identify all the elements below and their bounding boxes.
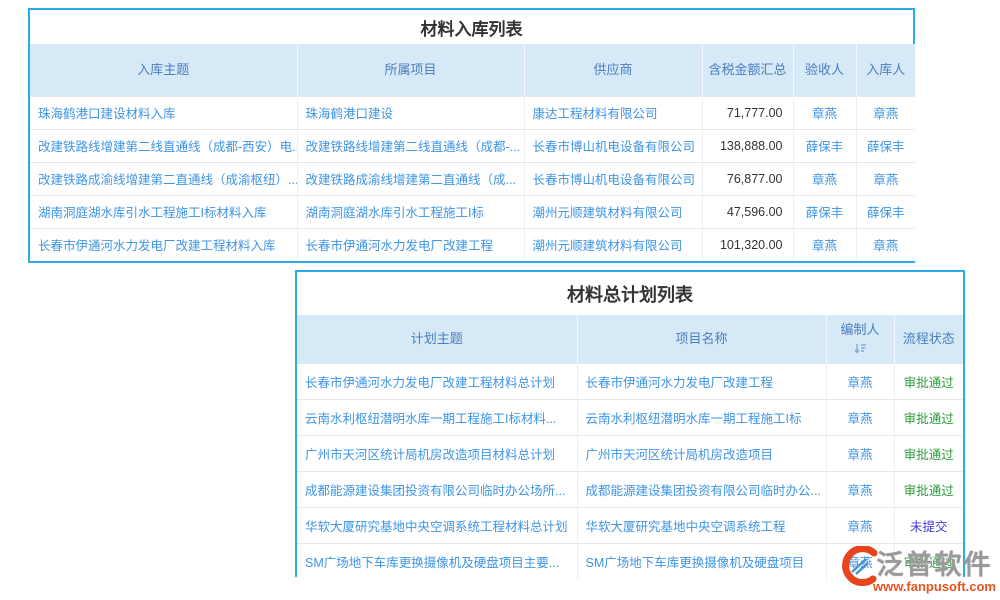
inbound-supplier-cell[interactable]: 潮州元顺建筑材料有限公司 [524, 228, 702, 261]
watermark-url: www.fanpusoft.com [873, 579, 996, 594]
plan-project-cell[interactable]: 成都能源建设集团投资有限公司临时办公... [577, 471, 826, 507]
inbound-warehouser-cell[interactable]: 薛保丰 [856, 195, 915, 228]
table-row: 华软大厦研究基地中央空调系统工程材料总计划 华软大厦研究基地中央空调系统工程 章… [297, 507, 963, 543]
column-header-project: 所属项目 [297, 44, 524, 96]
table-row: 改建铁路线增建第二线直通线（成都-西安）电... 改建铁路线增建第二线直通线（成… [30, 129, 915, 162]
column-header-project-name: 项目名称 [577, 315, 826, 363]
plan-status-cell: 审批通过 [894, 363, 963, 399]
watermark-text-block: 泛普软件 www.fanpusoft.com [873, 551, 996, 594]
inbound-amount-cell: 138,888.00 [702, 129, 793, 162]
watermark-brand: 泛普软件 [876, 551, 992, 579]
plan-status-cell: 未提交 [894, 507, 963, 543]
inbound-project-cell[interactable]: 湖南洞庭湖水库引水工程施工I标 [297, 195, 524, 228]
plan-status-cell: 审批通过 [894, 399, 963, 435]
inbound-supplier-cell[interactable]: 长春市博山机电设备有限公司 [524, 129, 702, 162]
plan-subject-cell[interactable]: 云南水利枢纽潜明水库一期工程施工I标材料... [297, 399, 577, 435]
inbound-amount-cell: 47,596.00 [702, 195, 793, 228]
column-header-amount: 含税金额汇总 [702, 44, 793, 96]
plan-header-row: 计划主题 项目名称 编制人 流程状态 [297, 315, 963, 363]
table-row: 湖南洞庭湖水库引水工程施工I标材料入库 湖南洞庭湖水库引水工程施工I标 潮州元顺… [30, 195, 915, 228]
column-header-status: 流程状态 [894, 315, 963, 363]
inbound-amount-cell: 101,320.00 [702, 228, 793, 261]
inbound-subject-cell[interactable]: 湖南洞庭湖水库引水工程施工I标材料入库 [30, 195, 297, 228]
inbound-project-cell[interactable]: 长春市伊通河水力发电厂改建工程 [297, 228, 524, 261]
plan-project-cell[interactable]: 云南水利枢纽潜明水库一期工程施工I标 [577, 399, 826, 435]
inbound-amount-cell: 76,877.00 [702, 162, 793, 195]
plan-project-cell[interactable]: 长春市伊通河水力发电厂改建工程 [577, 363, 826, 399]
plan-author-cell[interactable]: 章燕 [826, 399, 894, 435]
plan-project-cell[interactable]: 广州市天河区统计局机房改造项目 [577, 435, 826, 471]
inbound-subject-cell[interactable]: 改建铁路成渝线增建第二直通线（成渝枢纽）... [30, 162, 297, 195]
plan-subject-cell[interactable]: 成都能源建设集团投资有限公司临时办公场所... [297, 471, 577, 507]
plan-status-cell: 审批通过 [894, 471, 963, 507]
inbound-warehouser-cell[interactable]: 章燕 [856, 162, 915, 195]
plan-author-cell[interactable]: 章燕 [826, 471, 894, 507]
plan-project-cell[interactable]: SM广场地下车库更换摄像机及硬盘项目 [577, 543, 826, 579]
column-header-author-label: 编制人 [840, 322, 879, 337]
column-header-plan-subject: 计划主题 [297, 315, 577, 363]
plan-project-cell[interactable]: 华软大厦研究基地中央空调系统工程 [577, 507, 826, 543]
inbound-table-title: 材料入库列表 [30, 10, 913, 44]
inbound-amount-cell: 71,777.00 [702, 96, 793, 129]
inbound-warehouser-cell[interactable]: 章燕 [856, 96, 915, 129]
table-row: 云南水利枢纽潜明水库一期工程施工I标材料... 云南水利枢纽潜明水库一期工程施工… [297, 399, 963, 435]
inbound-supplier-cell[interactable]: 潮州元顺建筑材料有限公司 [524, 195, 702, 228]
table-row: 广州市天河区统计局机房改造项目材料总计划 广州市天河区统计局机房改造项目 章燕 … [297, 435, 963, 471]
table-row: 改建铁路成渝线增建第二直通线（成渝枢纽）... 改建铁路成渝线增建第二直通线（成… [30, 162, 915, 195]
material-plan-table: 材料总计划列表 计划主题 项目名称 编制人 流程状态 [295, 270, 965, 577]
table-row: 珠海鹤港口建设材料入库 珠海鹤港口建设 康达工程材料有限公司 71,777.00… [30, 96, 915, 129]
inbound-warehouser-cell[interactable]: 薛保丰 [856, 129, 915, 162]
material-inbound-table: 材料入库列表 入库主题 所属项目 供应商 含税金额汇总 验收人 入库人 珠海鹤港… [28, 8, 915, 263]
table-row: 长春市伊通河水力发电厂改建工程材料入库 长春市伊通河水力发电厂改建工程 潮州元顺… [30, 228, 915, 261]
inbound-acceptor-cell[interactable]: 薛保丰 [793, 129, 856, 162]
column-header-author: 编制人 [826, 315, 894, 363]
table-row: 长春市伊通河水力发电厂改建工程材料总计划 长春市伊通河水力发电厂改建工程 章燕 … [297, 363, 963, 399]
plan-table-title: 材料总计划列表 [297, 272, 963, 315]
plan-author-cell[interactable]: 章燕 [826, 363, 894, 399]
plan-table: 计划主题 项目名称 编制人 流程状态 长春市伊通河水力发电厂改建工程材料总 [297, 315, 963, 579]
plan-subject-cell[interactable]: 华软大厦研究基地中央空调系统工程材料总计划 [297, 507, 577, 543]
inbound-supplier-cell[interactable]: 长春市博山机电设备有限公司 [524, 162, 702, 195]
inbound-subject-cell[interactable]: 长春市伊通河水力发电厂改建工程材料入库 [30, 228, 297, 261]
plan-status-cell: 审批通过 [894, 435, 963, 471]
plan-subject-cell[interactable]: SM广场地下车库更换摄像机及硬盘项目主要... [297, 543, 577, 579]
column-header-supplier: 供应商 [524, 44, 702, 96]
table-row: 成都能源建设集团投资有限公司临时办公场所... 成都能源建设集团投资有限公司临时… [297, 471, 963, 507]
inbound-project-cell[interactable]: 改建铁路成渝线增建第二直通线（成... [297, 162, 524, 195]
plan-subject-cell[interactable]: 长春市伊通河水力发电厂改建工程材料总计划 [297, 363, 577, 399]
inbound-warehouser-cell[interactable]: 章燕 [856, 228, 915, 261]
column-header-warehouser: 入库人 [856, 44, 915, 96]
watermark: 泛普软件 www.fanpusoft.com [839, 546, 996, 594]
sort-descending-icon[interactable] [854, 343, 867, 354]
inbound-acceptor-cell[interactable]: 章燕 [793, 228, 856, 261]
plan-author-cell[interactable]: 章燕 [826, 507, 894, 543]
inbound-subject-cell[interactable]: 改建铁路线增建第二线直通线（成都-西安）电... [30, 129, 297, 162]
inbound-acceptor-cell[interactable]: 章燕 [793, 96, 856, 129]
inbound-header-row: 入库主题 所属项目 供应商 含税金额汇总 验收人 入库人 [30, 44, 915, 96]
inbound-supplier-cell[interactable]: 康达工程材料有限公司 [524, 96, 702, 129]
column-header-subject: 入库主题 [30, 44, 297, 96]
plan-subject-cell[interactable]: 广州市天河区统计局机房改造项目材料总计划 [297, 435, 577, 471]
inbound-acceptor-cell[interactable]: 薛保丰 [793, 195, 856, 228]
inbound-acceptor-cell[interactable]: 章燕 [793, 162, 856, 195]
column-header-acceptor: 验收人 [793, 44, 856, 96]
inbound-project-cell[interactable]: 珠海鹤港口建设 [297, 96, 524, 129]
plan-author-cell[interactable]: 章燕 [826, 435, 894, 471]
inbound-subject-cell[interactable]: 珠海鹤港口建设材料入库 [30, 96, 297, 129]
inbound-table: 入库主题 所属项目 供应商 含税金额汇总 验收人 入库人 珠海鹤港口建设材料入库… [30, 44, 915, 261]
inbound-project-cell[interactable]: 改建铁路线增建第二线直通线（成都-... [297, 129, 524, 162]
